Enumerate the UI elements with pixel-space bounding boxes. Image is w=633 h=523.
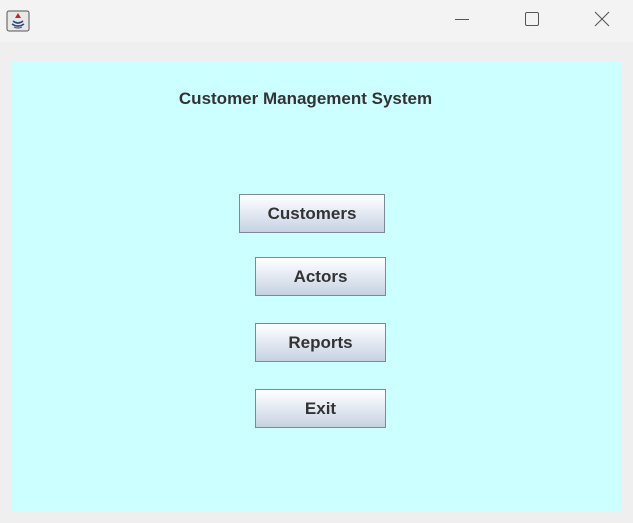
maximize-icon [524, 11, 540, 32]
reports-button[interactable]: Reports [255, 323, 386, 362]
close-icon [593, 10, 611, 33]
minimize-button[interactable] [427, 0, 497, 42]
main-panel: Customer Management System Customers Act… [12, 61, 621, 512]
java-icon[interactable] [6, 9, 30, 33]
actors-button[interactable]: Actors [255, 257, 386, 296]
title-bar[interactable] [0, 0, 633, 42]
application-window: Customer Management System Customers Act… [0, 0, 633, 523]
page-title: Customer Management System [178, 89, 433, 108]
customers-button[interactable]: Customers [239, 194, 385, 233]
minimize-icon [454, 11, 470, 32]
close-button[interactable] [567, 0, 633, 42]
exit-button[interactable]: Exit [255, 389, 386, 428]
maximize-button[interactable] [497, 0, 567, 42]
